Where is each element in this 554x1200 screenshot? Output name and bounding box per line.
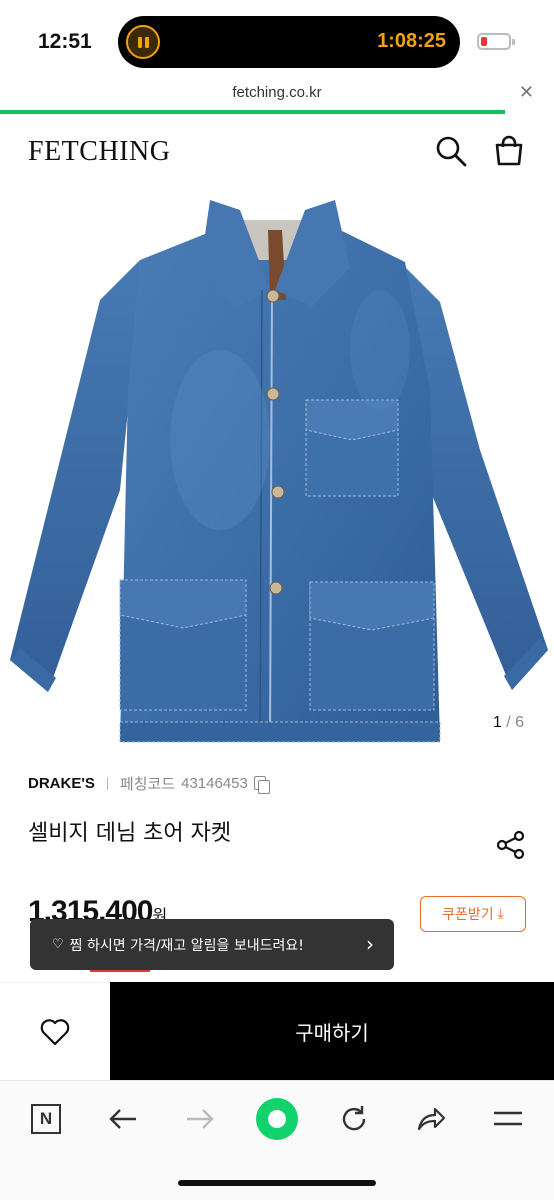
download-icon: ⤓	[497, 906, 504, 922]
forward-arrow-icon[interactable]	[180, 1099, 220, 1139]
toast-message: 찜 하시면 가격/재고 알림을 보내드려요!	[69, 937, 304, 954]
battery-icon	[477, 33, 515, 50]
coupon-button[interactable]: 쿠폰받기 ⤓	[420, 896, 526, 932]
search-icon[interactable]	[434, 134, 468, 168]
divider	[106, 777, 108, 790]
product-title: 셀비지 데님 초어 자켓	[28, 821, 232, 846]
product-image[interactable]	[0, 190, 554, 750]
wishlist-button[interactable]	[0, 982, 110, 1080]
heart-icon	[40, 1018, 70, 1045]
share-arrow-icon[interactable]	[411, 1099, 451, 1139]
pause-icon[interactable]	[126, 25, 160, 59]
product-code-label: 페칭코드	[119, 776, 176, 793]
dynamic-island[interactable]: 1:08:25	[118, 16, 460, 68]
image-counter: 1 / 6	[492, 714, 524, 731]
page-load-progress	[0, 110, 505, 114]
wishlist-toast[interactable]: ♡ 찜 하시면 가격/재고 알림을 보내드려요! ›	[30, 919, 394, 970]
product-code: 43146453	[181, 775, 248, 792]
buy-button[interactable]: 구매하기	[110, 982, 554, 1080]
copy-icon[interactable]	[253, 775, 270, 794]
url-text[interactable]: fetching.co.kr	[0, 84, 554, 101]
heart-icon: ♡	[52, 937, 64, 952]
share-icon[interactable]	[496, 830, 526, 860]
brand-name[interactable]: DRAKE'S	[28, 775, 95, 792]
naver-home-button[interactable]: N	[26, 1099, 66, 1139]
site-logo[interactable]: FETCHING	[28, 136, 170, 168]
shopping-bag-icon[interactable]	[492, 134, 526, 168]
refresh-icon[interactable]	[334, 1099, 374, 1139]
green-dot-icon[interactable]	[255, 1097, 299, 1141]
back-arrow-icon[interactable]	[103, 1099, 143, 1139]
status-time: 12:51	[38, 30, 92, 53]
home-indicator[interactable]	[178, 1180, 376, 1186]
brand-row: DRAKE'S 페칭코드 43146453	[28, 773, 270, 794]
close-icon[interactable]: ✕	[519, 82, 534, 103]
purchase-bar: 구매하기	[0, 982, 554, 1080]
status-bar: 12:51 1:08:25	[0, 0, 554, 84]
chevron-right-icon[interactable]: ›	[366, 932, 374, 956]
timer-readout: 1:08:25	[377, 30, 446, 52]
menu-icon[interactable]	[488, 1099, 528, 1139]
